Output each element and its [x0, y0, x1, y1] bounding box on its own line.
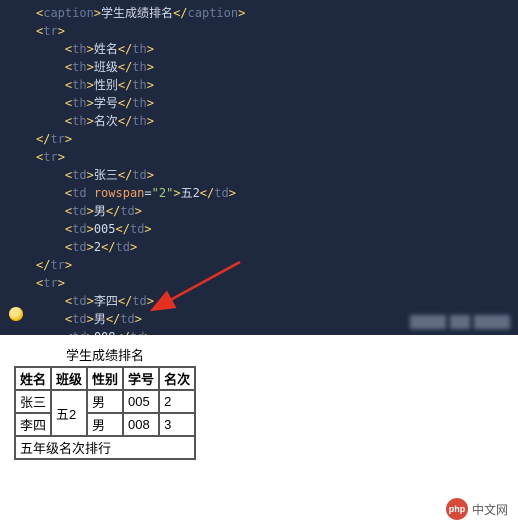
code-line: <td>张三</td>	[8, 166, 518, 184]
table-header-row: 姓名 班级 性别 学号 名次	[15, 367, 195, 390]
table-row: 李四 男 008 3	[15, 413, 195, 436]
code-line: <th>姓名</th>	[8, 40, 518, 58]
th-gender: 性别	[87, 367, 123, 390]
code-line: <caption>学生成绩排名</caption>	[8, 4, 518, 22]
table-caption: 学生成绩排名	[14, 345, 196, 366]
cell-rank: 3	[159, 413, 195, 436]
code-line: </tr>	[8, 130, 518, 148]
code-line: <th>性别</th>	[8, 76, 518, 94]
cell-name: 张三	[15, 390, 51, 413]
cell-sid: 008	[123, 413, 159, 436]
cell-rank: 2	[159, 390, 195, 413]
th-rank: 名次	[159, 367, 195, 390]
editor-watermark	[410, 315, 510, 329]
site-brand: php 中文网	[446, 498, 508, 520]
cell-name: 李四	[15, 413, 51, 436]
table-footer-row: 五年级名次排行	[15, 436, 195, 459]
code-line: <th>班级</th>	[8, 58, 518, 76]
th-class: 班级	[51, 367, 87, 390]
code-line: <td>008</td>	[8, 328, 518, 335]
code-line: <th>学号</th>	[8, 94, 518, 112]
brand-text: 中文网	[472, 501, 508, 518]
code-line: <td rowspan="2">五2</td>	[8, 184, 518, 202]
code-line: <th>名次</th>	[8, 112, 518, 130]
cell-gender: 男	[87, 413, 123, 436]
code-line: <tr>	[8, 148, 518, 166]
th-sid: 学号	[123, 367, 159, 390]
gutter	[6, 0, 26, 335]
code-line: <td>李四</td>	[8, 292, 518, 310]
cell-gender: 男	[87, 390, 123, 413]
lightbulb-icon[interactable]	[9, 307, 23, 321]
cell-footer: 五年级名次排行	[15, 436, 195, 459]
cell-class: 五2	[51, 390, 87, 436]
code-line: </tr>	[8, 256, 518, 274]
code-line: <td>005</td>	[8, 220, 518, 238]
brand-logo-icon: php	[446, 498, 468, 520]
rendered-preview: 学生成绩排名 姓名 班级 性别 学号 名次 张三 五2 男 005 2 李四 男…	[0, 335, 518, 466]
code-line: <td>2</td>	[8, 238, 518, 256]
code-line: <td>男</td>	[8, 202, 518, 220]
th-name: 姓名	[15, 367, 51, 390]
code-line: <tr>	[8, 22, 518, 40]
code-line: <tr>	[8, 274, 518, 292]
cell-sid: 005	[123, 390, 159, 413]
table-row: 张三 五2 男 005 2	[15, 390, 195, 413]
student-table: 学生成绩排名 姓名 班级 性别 学号 名次 张三 五2 男 005 2 李四 男…	[14, 345, 196, 460]
code-editor[interactable]: <caption>学生成绩排名</caption> <tr> <th>姓名</t…	[0, 0, 518, 335]
